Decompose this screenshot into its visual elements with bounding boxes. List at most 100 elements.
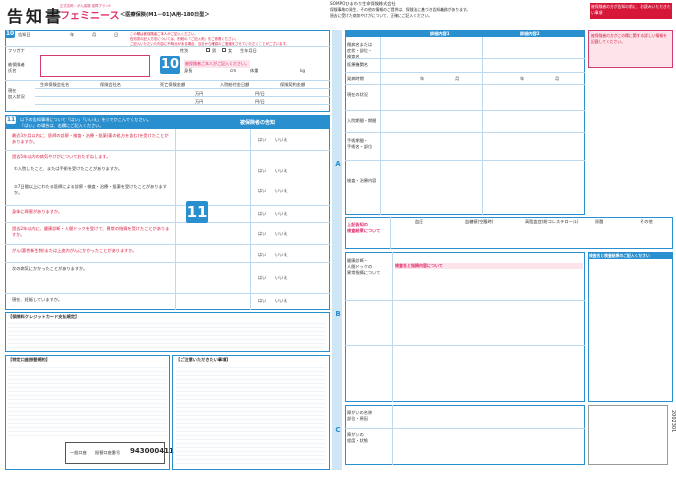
document-title: 告知書 (7, 7, 65, 26)
female-checkbox[interactable] (222, 48, 226, 52)
section-11-big-number: 11 (186, 201, 208, 223)
q2b-yes[interactable]: はい (258, 188, 266, 194)
row-hosp: 入院期間・期間 (347, 118, 377, 123)
q3-no[interactable]: いいえ (275, 211, 288, 217)
account-terms-text (8, 364, 167, 439)
exam-col-2: 血糖値(空腹時) (465, 219, 494, 224)
when-year-a: 年 (420, 76, 425, 81)
date-label: 告知日 (18, 32, 31, 37)
cancel-notes-title: 【ご注意いただきたい事項】 (176, 357, 231, 362)
q3-yes[interactable]: はい (258, 211, 266, 217)
q7-yes[interactable]: はい (258, 298, 266, 304)
cancel-notes-text (176, 364, 326, 464)
hosp-unit-2: 円/日 (255, 99, 265, 104)
b-right-box (588, 252, 673, 402)
when-month-a: 月 (455, 76, 460, 81)
exam-col-3: 高脂血症(総コレステロール) (525, 219, 579, 224)
form-kind: ＜医療保険(M1－01)A用-180日型＞ (120, 12, 210, 18)
q4-no[interactable]: いいえ (275, 231, 288, 237)
male-label: 男 (212, 48, 217, 53)
q7-no[interactable]: いいえ (275, 298, 288, 304)
birth-label: 生年月日 (240, 48, 257, 53)
header-right-note-2: 過去に受けた病気やけがについて、正確にご記入ください。 (330, 13, 433, 18)
q6-no[interactable]: いいえ (275, 275, 288, 281)
exam-col-4: 尿酸 (595, 219, 604, 224)
detail-col-2: 詳細内容2 (520, 31, 540, 36)
q1-no[interactable]: いいえ (275, 137, 288, 143)
question-5: がん(悪性新生物)または上皮内がんにかかったことがありますか。 (12, 248, 137, 253)
q2a-no[interactable]: いいえ (275, 168, 288, 174)
exam-col-1: 血圧 (415, 219, 424, 224)
row-c-label: C (335, 426, 341, 434)
question-4: 過去2年以内に、健康診断・人間ドックを受けて、異常の指摘を受けたことがありますか… (12, 226, 170, 237)
detail-header-a (345, 30, 585, 37)
date-month-unit: 月 (92, 32, 97, 37)
pink-instruction-text: 被保険者の方がこの欄に関する詳しい情報を記載してください。 (591, 33, 667, 44)
when-month-b: 月 (555, 76, 560, 81)
c-label-2: 障がいの 程度・状態 (347, 432, 368, 443)
name-field[interactable] (40, 55, 150, 77)
b-table (345, 252, 585, 402)
height-label: 身長 (184, 68, 193, 73)
question-2b: ②7日間以上にわたる医師による診察・検査・治療・投薬を受けたことがありますか。 (14, 184, 167, 195)
b-right-header: 検査名と検査結果のご記入ください (588, 252, 673, 259)
q2a-yes[interactable]: はい (258, 168, 266, 174)
exam-table (345, 217, 673, 249)
section-11-number: 11 (6, 116, 16, 124)
weight-unit: kg (300, 68, 306, 73)
section-10-big-number: 10 (160, 56, 180, 74)
credit-terms-text (8, 320, 326, 350)
account-terms-title: 【特定口座振替規約】 (8, 357, 50, 362)
row-cause: 検査・治療内容 (347, 178, 377, 183)
when-year-b: 年 (520, 76, 525, 81)
furigana-label: フリガナ (8, 48, 25, 53)
product-name: フェミニース (60, 11, 120, 22)
date-day-unit: 日 (114, 32, 119, 37)
date-year-unit: 年 (70, 32, 75, 37)
instruction-box: 被保険者の方が告知の前に、お読みいただきたい事項 (590, 3, 672, 19)
question-6: 次の病気にかかったことがありますか。 (12, 266, 88, 271)
section-11-intro-2: 「はい」の場合は、右欄にご記入ください。 (20, 123, 104, 128)
q2b-no[interactable]: いいえ (275, 188, 288, 194)
question-7: 現在、妊娠していますか。 (12, 297, 63, 302)
c-label: 障がいの名称 部位・原因 (347, 410, 373, 421)
death-unit-2: 万円 (195, 99, 204, 104)
bank-number: 943000411 (130, 447, 174, 455)
row-a-label: A (335, 160, 341, 168)
q6-yes[interactable]: はい (258, 275, 266, 281)
q4-yes[interactable]: はい (258, 231, 266, 237)
q1-yes[interactable]: はい (258, 137, 266, 143)
row-b-label: B (335, 310, 341, 318)
detail-col-1: 詳細内容1 (430, 31, 450, 36)
q5-yes[interactable]: はい (258, 252, 266, 258)
name-label: 被保険者 氏名 (8, 62, 25, 73)
office-use-box (588, 405, 668, 465)
c-table (345, 405, 585, 465)
question-1: 最近3か月以内に、医師の診察・検査・治療・投薬(薬の処方を含む)を受けたことがあ… (12, 133, 169, 144)
existing-coverage-label: 現在 加入状況 (8, 88, 25, 99)
row-status: 現在の状況 (347, 92, 368, 97)
instruction-box-title: 被保険者の方が告知の前に、お読みいただきたい事項 (591, 4, 671, 15)
b-title: 健康診断・ 人間ドックの 異常指摘について (347, 258, 381, 275)
sex-label: 性別 (180, 48, 189, 53)
section-11-right-header: 被保険者の告知 (240, 120, 276, 126)
section-10-pink-note: 被保険者ご本人がご記入ください。 (184, 60, 250, 68)
bank-number-label: 振替口座番号 (95, 450, 121, 455)
b-subheader: 検査名と指摘内容について (395, 263, 583, 269)
exam-label: 上記告知の 検査結果について (347, 222, 381, 233)
row-doctor: 医療機関名 (347, 62, 368, 67)
q5-no[interactable]: いいえ (275, 252, 288, 258)
exam-col-5: その他 (640, 219, 653, 224)
question-3: 身体に障害がありますか。 (12, 209, 63, 214)
section-10-number: 10 (5, 30, 15, 38)
question-2a: ①入院したこと、または手術を受けたことがありますか。 (14, 166, 123, 171)
male-checkbox[interactable] (206, 48, 210, 52)
pink-instruction-box: 被保険者の方がこの欄に関する詳しい情報を記載してください。 (588, 30, 673, 68)
right-left-stripe (332, 30, 342, 470)
row-when: 発病時期 (347, 76, 364, 81)
weight-label: 体重 (250, 68, 259, 73)
death-unit-1: 万円 (195, 91, 204, 96)
bank-label: 一般口座 (70, 450, 87, 455)
height-unit: cm (230, 68, 237, 73)
row-surgery: 手術期間・ 手術名・部位 (347, 138, 373, 149)
